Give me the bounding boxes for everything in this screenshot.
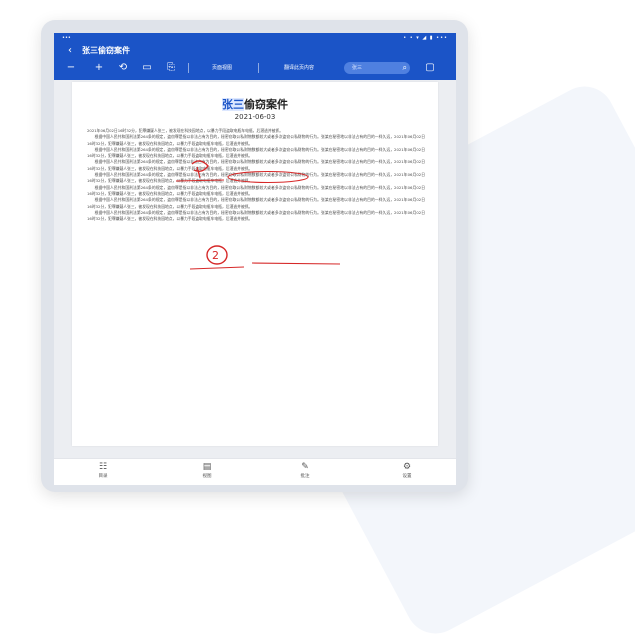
- toolbar: − + ⟲ ▭ ⎘ 页面视图 翻译此页内容 张三 ⌕ ▢: [54, 59, 456, 77]
- body-paragraph: 根据中国人民共和国刑法第264条的规定，盗窃罪是指以非法占有为目的，秘密窃取公私…: [87, 134, 425, 146]
- annotation-number-2: 2: [212, 249, 219, 262]
- page-mode-button[interactable]: 页面视图: [194, 60, 250, 76]
- document-title-rest: 偷窃案件: [244, 98, 288, 111]
- status-bar: ••• • • ▾ ◢ ▮ •••: [54, 33, 456, 44]
- nav-label: 视图: [202, 474, 212, 479]
- pen-icon: ✎: [301, 462, 309, 472]
- back-icon[interactable]: ‹: [68, 44, 72, 58]
- page-title: 张三偷窃案件: [82, 46, 130, 55]
- document-title: 张三偷窃案件: [72, 96, 438, 112]
- annotation-underline-3: [251, 262, 341, 265]
- search-input[interactable]: 张三 ⌕: [344, 62, 410, 74]
- bottom-navigation: ☷ 目录 ▤ 视图 ✎ 批注 ⚙ 设置: [54, 458, 456, 485]
- app-screen: ••• • • ▾ ◢ ▮ ••• ‹ 张三偷窃案件 − + ⟲ ▭ ⎘ 页面视…: [54, 33, 456, 485]
- body-paragraph: 根据中国人民共和国刑法第264条的规定，盗窃罪是指以非法占有为目的，秘密窃取公私…: [87, 184, 425, 196]
- search-query: 张三: [352, 65, 363, 71]
- nav-label: 目录: [98, 474, 108, 479]
- catalog-icon: ☷: [98, 462, 108, 472]
- zoom-in-icon[interactable]: +: [92, 60, 106, 76]
- zoom-out-icon[interactable]: −: [64, 60, 78, 76]
- search-icon[interactable]: ⌕: [403, 62, 407, 74]
- document-page[interactable]: 张三偷窃案件 2021-06-03 2021年06月02日16时32分，犯罪嫌疑…: [72, 82, 438, 446]
- app-header: ••• • • ▾ ◢ ▮ ••• ‹ 张三偷窃案件 − + ⟲ ▭ ⎘ 页面视…: [54, 33, 456, 80]
- toolbar-divider: [258, 63, 259, 73]
- nav-annotate[interactable]: ✎ 批注: [280, 462, 330, 480]
- fit-page-icon[interactable]: ▭: [140, 60, 154, 76]
- view-icon: ▤: [202, 462, 212, 472]
- more-icon[interactable]: ▢: [422, 60, 438, 76]
- nav-label: 批注: [300, 474, 310, 479]
- nav-settings[interactable]: ⚙ 设置: [382, 462, 432, 480]
- status-system-icons: • • ▾ ◢ ▮ •••: [403, 35, 448, 41]
- annotation-circle-2: [206, 245, 228, 265]
- document-area[interactable]: 张三偷窃案件 2021-06-03 2021年06月02日16时32分，犯罪嫌疑…: [54, 80, 456, 458]
- document-body: 2021年06月02日16时32分，犯罪嫌疑人张三，被发现在科技园地点，以暴力手…: [87, 128, 425, 222]
- document-date: 2021-06-03: [234, 113, 276, 121]
- gear-icon: ⚙: [402, 462, 412, 472]
- body-paragraph: 根据中国人民共和国刑法第264条的规定，盗窃罪是指以非法占有为目的，秘密窃取公私…: [87, 146, 425, 159]
- nav-catalog[interactable]: ☷ 目录: [78, 462, 128, 480]
- body-paragraph: 根据中国人民共和国刑法第264条的规定，盗窃罪是指以非法占有为目的，秘密窃取公私…: [87, 172, 425, 184]
- status-time: •••: [62, 35, 71, 41]
- copy-icon[interactable]: ⎘: [164, 60, 178, 76]
- translate-button[interactable]: 翻译此页内容: [264, 60, 334, 76]
- nav-label: 设置: [402, 474, 412, 479]
- title-row: ‹ 张三偷窃案件: [54, 44, 456, 58]
- body-paragraph: 根据中国人民共和国刑法第264条的规定，盗窃罪是指以非法占有为目的，秘密窃取公私…: [87, 197, 425, 209]
- toolbar-divider: [188, 63, 189, 73]
- search-highlight: 张三: [222, 98, 244, 111]
- annotation-underline-2: [189, 266, 245, 270]
- body-paragraph: 根据中国人民共和国刑法第264条的规定，盗窃罪是指以非法占有为目的，秘密窃取公私…: [87, 209, 425, 222]
- nav-view[interactable]: ▤ 视图: [182, 462, 232, 480]
- body-paragraph: 根据中国人民共和国刑法第264条的规定，盗窃罪是指以非法占有为目的，秘密窃取公私…: [87, 159, 425, 171]
- rotate-icon[interactable]: ⟲: [116, 60, 130, 76]
